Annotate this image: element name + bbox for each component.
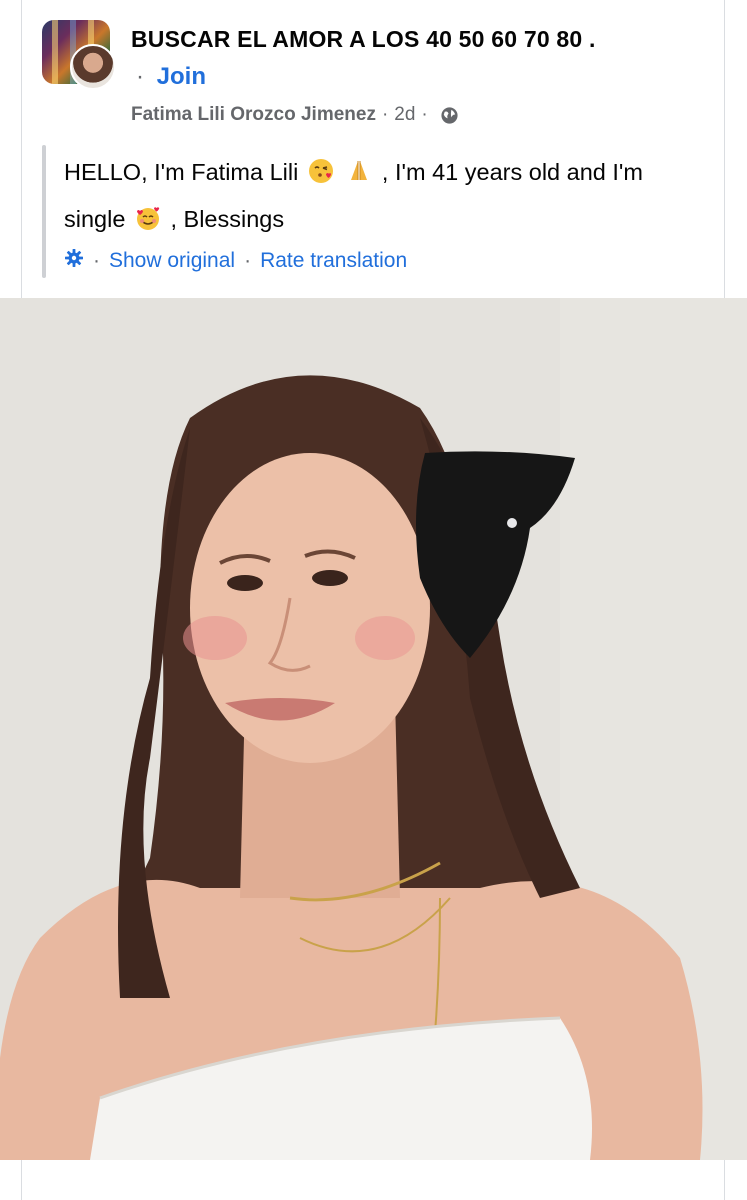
post-meta: Fatima Lili Orozco Jimenez · 2d · — [131, 104, 459, 126]
join-row: · Join — [136, 63, 206, 91]
author-name-link[interactable]: Fatima Lili Orozco Jimenez — [131, 104, 376, 126]
translation-actions: · Show original · Rate translation — [64, 248, 407, 274]
show-original-link[interactable]: Show original — [109, 249, 235, 273]
kiss-face-emoji-icon — [308, 153, 334, 183]
rate-translation-link[interactable]: Rate translation — [260, 249, 407, 273]
meta-separator: · — [381, 104, 389, 125]
post-photo-illustration — [0, 298, 747, 1160]
translation-separator: · — [93, 249, 100, 272]
join-button[interactable]: Join — [157, 63, 206, 90]
post-text-part1: HELLO, I'm Fatima Lili — [64, 159, 299, 185]
card-border-left — [21, 0, 22, 298]
translation-quote-bar — [42, 145, 46, 278]
globe-icon[interactable] — [440, 106, 459, 125]
author-avatar[interactable] — [70, 44, 116, 90]
join-separator: · — [136, 63, 144, 90]
translation-separator: · — [244, 249, 252, 272]
card-border-left-bottom — [21, 1160, 22, 1200]
post-card: BUSCAR EL AMOR A LOS 40 50 60 70 80 . · … — [0, 0, 747, 1200]
card-border-right-bottom — [724, 1160, 725, 1200]
meta-separator: · — [421, 104, 428, 125]
post-timestamp[interactable]: 2d — [394, 104, 415, 126]
smiling-face-with-hearts-emoji-icon — [135, 200, 161, 230]
post-body: HELLO, I'm Fatima Lili , I'm 41 years ol… — [64, 149, 704, 243]
gear-icon[interactable] — [64, 248, 84, 274]
folded-hands-emoji-icon — [346, 153, 372, 180]
group-name-link[interactable]: BUSCAR EL AMOR A LOS 40 50 60 70 80 . — [131, 26, 596, 53]
post-text-part3: , Blessings — [170, 206, 285, 232]
card-border-right — [724, 0, 725, 298]
post-photo[interactable] — [0, 298, 747, 1160]
